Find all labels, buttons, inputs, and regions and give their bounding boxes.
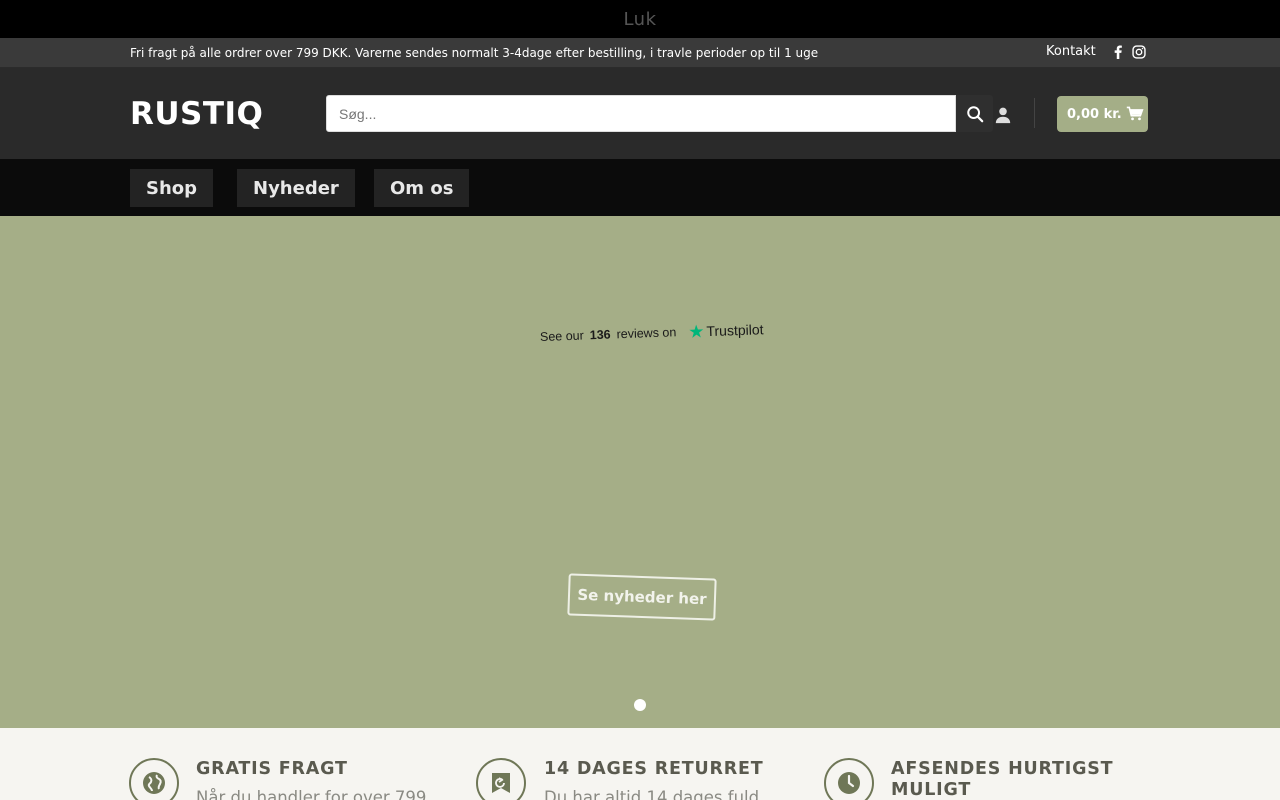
feature-title-line1: AFSENDES HURTIGST (891, 759, 1114, 779)
nav-item-om-os[interactable]: Om os (374, 169, 470, 207)
feature-description: Når du handler for over 799 (196, 788, 427, 800)
trustpilot-logo: ★ Trustpilot (687, 320, 764, 342)
site-logo[interactable]: RUSTIQ (130, 96, 263, 132)
cart-button[interactable]: 0,00 kr. (1057, 96, 1148, 132)
search-input[interactable] (326, 95, 956, 132)
facebook-icon-graphic (1114, 45, 1122, 59)
globe-icon (129, 758, 179, 800)
return-icon-graphic (492, 773, 510, 793)
user-icon (995, 107, 1011, 124)
clock-icon (824, 758, 874, 800)
nav-item-shop[interactable]: Shop (130, 169, 214, 207)
search-icon (966, 105, 983, 122)
feature-title: AFSENDES HURTIGST MULIGT (891, 759, 1113, 800)
close-notice-button[interactable]: Luk (623, 9, 656, 30)
see-news-button[interactable]: Se nyheder her (567, 573, 717, 621)
globe-icon-graphic (143, 772, 165, 794)
return-icon (476, 758, 526, 800)
account-button[interactable] (993, 105, 1013, 125)
trustpilot-count: 136 (589, 327, 611, 343)
facebook-icon[interactable] (1110, 44, 1126, 60)
info-bar: Fri fragt på alle ordrer over 799 DKK. V… (0, 38, 1280, 68)
hero-slider (0, 216, 1280, 728)
feature-title: 14 DAGES RETURRET (544, 759, 764, 779)
nav-item-nyheder[interactable]: Nyheder (237, 169, 355, 207)
shipping-message: Fri fragt på alle ordrer over 799 DKK. V… (130, 46, 819, 60)
contact-link[interactable]: Kontakt (1046, 44, 1096, 59)
search-button[interactable] (956, 95, 993, 132)
clock-icon-graphic (838, 772, 860, 794)
trustpilot-star-icon: ★ (687, 321, 705, 342)
header-divider (1034, 98, 1035, 128)
notice-bar: Luk (0, 0, 1280, 38)
trustpilot-prefix: See our (539, 328, 584, 344)
feature-title-line2: MULIGT (891, 780, 972, 800)
site-header: RUSTIQ 0,00 kr. (0, 68, 1280, 159)
trustpilot-brand: Trustpilot (706, 321, 764, 340)
features-section: GRATIS FRAGT Når du handler for over 799… (0, 728, 1280, 800)
main-nav: Shop Nyheder Om os (0, 159, 1280, 216)
instagram-icon[interactable] (1131, 44, 1147, 60)
trustpilot-suffix: reviews on (616, 325, 677, 342)
feature-title: GRATIS FRAGT (196, 759, 348, 779)
feature-description: Du har altid 14 dages fuld (544, 788, 760, 800)
slider-dot[interactable] (634, 699, 646, 711)
cart-total: 0,00 kr. (1067, 106, 1122, 122)
cart-icon (1126, 106, 1144, 121)
instagram-icon-graphic (1132, 45, 1146, 59)
